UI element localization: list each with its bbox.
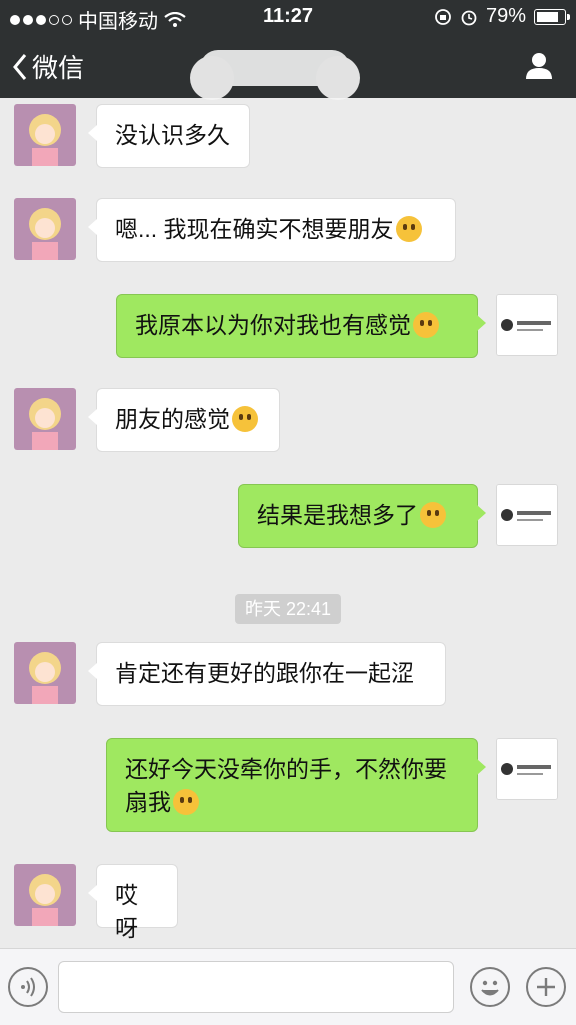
voice-input-button[interactable] [8,967,48,1007]
timestamp: 昨天 22:41 [235,594,341,624]
my-avatar[interactable] [496,484,558,546]
back-label: 微信 [32,53,85,83]
contact-avatar[interactable] [14,642,76,704]
alarm-icon [461,10,477,25]
contact-avatar[interactable] [14,104,76,166]
person-icon [526,53,552,79]
battery-icon [534,8,570,25]
worried-emoji-icon [395,216,422,242]
message-row: 我原本以为你对我也有感觉 [0,294,576,364]
chat-area[interactable]: 没认识多久 嗯... 我现在确实不想要朋友 我原本以为你对我也有感觉 朋友的感觉 [0,98,576,948]
flushed-emoji-icon [232,406,258,432]
message-row: 哎呀 [0,864,576,941]
navigation-bar: 微信 [0,32,576,100]
message-row: 肯定还有更好的跟你在一起涩 [0,642,576,712]
message-row: 还好今天没牵你的手，不然你要扇我 [0,738,576,834]
status-right: 79% [434,5,570,28]
input-bar [0,948,576,1025]
outgoing-message[interactable]: 还好今天没牵你的手，不然你要扇我 [106,738,486,832]
contact-avatar[interactable] [14,198,76,260]
thinking-emoji-icon [413,312,439,338]
back-button[interactable]: 微信 [12,48,84,85]
message-row: 结果是我想多了 [0,484,576,554]
message-row: 嗯... 我现在确实不想要朋友 [0,198,576,268]
incoming-message[interactable]: 肯定还有更好的跟你在一起涩 [88,642,446,706]
outgoing-message[interactable]: 结果是我想多了 [238,484,486,548]
contact-avatar[interactable] [14,864,76,926]
my-avatar[interactable] [496,738,558,800]
status-bar: 中国移动 11:27 79% [0,0,576,33]
voice-icon [21,977,35,997]
incoming-message[interactable]: 朋友的感觉 [88,388,280,452]
message-row: 没认识多久 [0,104,576,174]
rotation-lock-icon [435,8,451,25]
emoji-button[interactable] [470,967,510,1007]
chat-title-redacted [190,50,360,100]
chat-info-button[interactable] [524,50,554,85]
chevron-left-icon [13,53,27,80]
my-avatar[interactable] [496,294,558,356]
battery-percent: 79% [485,5,526,27]
grin-emoji-icon [173,789,199,815]
incoming-message[interactable]: 哎呀 [88,864,178,941]
incoming-message[interactable]: 没认识多久 [88,104,250,168]
plus-icon [537,978,555,996]
smiley-icon [481,980,499,996]
contact-avatar[interactable] [14,388,76,450]
incoming-message[interactable]: 嗯... 我现在确实不想要朋友 [88,198,456,262]
message-input[interactable] [58,961,454,1013]
more-button[interactable] [526,967,566,1007]
message-row: 朋友的感觉 [0,388,576,458]
outgoing-message[interactable]: 我原本以为你对我也有感觉 [116,294,486,358]
thinking-emoji-icon [420,502,446,528]
